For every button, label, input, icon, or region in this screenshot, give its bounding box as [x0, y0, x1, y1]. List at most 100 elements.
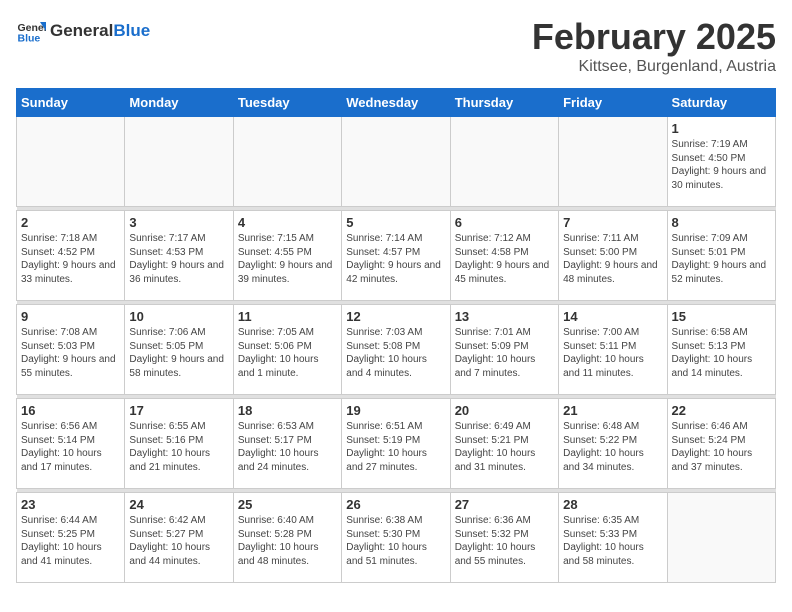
calendar-cell: 10 Sunrise: 7:06 AM Sunset: 5:05 PM Dayli…: [125, 305, 233, 395]
day-number: 22: [672, 403, 771, 418]
day-number: 3: [129, 215, 228, 230]
subtitle: Kittsee, Burgenland, Austria: [532, 58, 776, 76]
header-friday: Friday: [559, 89, 667, 117]
day-number: 7: [563, 215, 662, 230]
cell-info: Sunrise: 7:18 AM Sunset: 4:52 PM Dayligh…: [21, 232, 120, 286]
calendar-cell: 3 Sunrise: 7:17 AM Sunset: 4:53 PM Daylig…: [125, 211, 233, 301]
header-row: SundayMondayTuesdayWednesdayThursdayFrid…: [17, 89, 776, 117]
week-row-4: 23Sunrise: 6:44 AM Sunset: 5:25 PM Dayli…: [17, 493, 776, 583]
calendar-cell: 9 Sunrise: 7:08 AM Sunset: 5:03 PM Daylig…: [17, 305, 125, 395]
day-number: 20: [455, 403, 554, 418]
cell-info: Sunrise: 7:19 AM Sunset: 4:50 PM Dayligh…: [672, 138, 771, 192]
calendar-cell: 5 Sunrise: 7:14 AM Sunset: 4:57 PM Daylig…: [342, 211, 450, 301]
calendar-cell: 7Sunrise: 7:11 AM Sunset: 5:00 PM Daylig…: [559, 211, 667, 301]
week-row-0: 1 Sunrise: 7:19 AM Sunset: 4:50 PM Daylig…: [17, 117, 776, 207]
logo-blue: Blue: [113, 21, 150, 41]
day-number: 18: [238, 403, 337, 418]
calendar-cell: 22 Sunrise: 6:46 AM Sunset: 5:24 PM Dayli…: [667, 399, 775, 489]
header-sunday: Sunday: [17, 89, 125, 117]
cell-info: Sunrise: 6:44 AM Sunset: 5:25 PM Dayligh…: [21, 514, 120, 568]
cell-info: Sunrise: 6:53 AM Sunset: 5:17 PM Dayligh…: [238, 420, 337, 474]
header-thursday: Thursday: [450, 89, 558, 117]
calendar-cell: 25Sunrise: 6:40 AM Sunset: 5:28 PM Dayli…: [233, 493, 341, 583]
calendar-cell: [17, 117, 125, 207]
header-tuesday: Tuesday: [233, 89, 341, 117]
main-title: February 2025: [532, 16, 776, 58]
cell-info: Sunrise: 7:05 AM Sunset: 5:06 PM Dayligh…: [238, 326, 337, 380]
calendar-cell: 20 Sunrise: 6:49 AM Sunset: 5:21 PM Dayli…: [450, 399, 558, 489]
calendar-table: SundayMondayTuesdayWednesdayThursdayFrid…: [16, 88, 776, 583]
calendar-cell: 16 Sunrise: 6:56 AM Sunset: 5:14 PM Dayli…: [17, 399, 125, 489]
cell-info: Sunrise: 7:00 AM Sunset: 5:11 PM Dayligh…: [563, 326, 662, 380]
calendar-cell: [125, 117, 233, 207]
cell-info: Sunrise: 7:01 AM Sunset: 5:09 PM Dayligh…: [455, 326, 554, 380]
calendar-cell: 11Sunrise: 7:05 AM Sunset: 5:06 PM Dayli…: [233, 305, 341, 395]
cell-info: Sunrise: 7:17 AM Sunset: 4:53 PM Dayligh…: [129, 232, 228, 286]
cell-info: Sunrise: 7:09 AM Sunset: 5:01 PM Dayligh…: [672, 232, 771, 286]
cell-info: Sunrise: 7:14 AM Sunset: 4:57 PM Dayligh…: [346, 232, 445, 286]
calendar-cell: 2 Sunrise: 7:18 AM Sunset: 4:52 PM Daylig…: [17, 211, 125, 301]
calendar-cell: [667, 493, 775, 583]
day-number: 8: [672, 215, 771, 230]
cell-info: Sunrise: 7:08 AM Sunset: 5:03 PM Dayligh…: [21, 326, 120, 380]
calendar-cell: 18 Sunrise: 6:53 AM Sunset: 5:17 PM Dayli…: [233, 399, 341, 489]
day-number: 5: [346, 215, 445, 230]
week-row-3: 16 Sunrise: 6:56 AM Sunset: 5:14 PM Dayli…: [17, 399, 776, 489]
day-number: 19: [346, 403, 445, 418]
calendar-cell: 6 Sunrise: 7:12 AM Sunset: 4:58 PM Daylig…: [450, 211, 558, 301]
day-number: 1: [672, 121, 771, 136]
cell-info: Sunrise: 7:06 AM Sunset: 5:05 PM Dayligh…: [129, 326, 228, 380]
header-wednesday: Wednesday: [342, 89, 450, 117]
calendar-cell: 27Sunrise: 6:36 AM Sunset: 5:32 PM Dayli…: [450, 493, 558, 583]
cell-info: Sunrise: 6:49 AM Sunset: 5:21 PM Dayligh…: [455, 420, 554, 474]
calendar-cell: 17Sunrise: 6:55 AM Sunset: 5:16 PM Dayli…: [125, 399, 233, 489]
cell-info: Sunrise: 6:58 AM Sunset: 5:13 PM Dayligh…: [672, 326, 771, 380]
cell-info: Sunrise: 6:51 AM Sunset: 5:19 PM Dayligh…: [346, 420, 445, 474]
calendar-cell: 28Sunrise: 6:35 AM Sunset: 5:33 PM Dayli…: [559, 493, 667, 583]
calendar-cell: 8 Sunrise: 7:09 AM Sunset: 5:01 PM Daylig…: [667, 211, 775, 301]
day-number: 16: [21, 403, 120, 418]
cell-info: Sunrise: 7:03 AM Sunset: 5:08 PM Dayligh…: [346, 326, 445, 380]
day-number: 25: [238, 497, 337, 512]
title-section: February 2025 Kittsee, Burgenland, Austr…: [532, 16, 776, 76]
cell-info: Sunrise: 7:15 AM Sunset: 4:55 PM Dayligh…: [238, 232, 337, 286]
header-saturday: Saturday: [667, 89, 775, 117]
day-number: 4: [238, 215, 337, 230]
cell-info: Sunrise: 6:38 AM Sunset: 5:30 PM Dayligh…: [346, 514, 445, 568]
calendar-cell: 1 Sunrise: 7:19 AM Sunset: 4:50 PM Daylig…: [667, 117, 775, 207]
svg-text:Blue: Blue: [18, 33, 41, 45]
cell-info: Sunrise: 6:48 AM Sunset: 5:22 PM Dayligh…: [563, 420, 662, 474]
calendar-cell: 21 Sunrise: 6:48 AM Sunset: 5:22 PM Dayli…: [559, 399, 667, 489]
day-number: 10: [129, 309, 228, 324]
calendar-cell: 4 Sunrise: 7:15 AM Sunset: 4:55 PM Daylig…: [233, 211, 341, 301]
page-header: General Blue GeneralBlue February 2025 K…: [16, 16, 776, 76]
cell-info: Sunrise: 6:46 AM Sunset: 5:24 PM Dayligh…: [672, 420, 771, 474]
cell-info: Sunrise: 6:55 AM Sunset: 5:16 PM Dayligh…: [129, 420, 228, 474]
calendar-cell: 15Sunrise: 6:58 AM Sunset: 5:13 PM Dayli…: [667, 305, 775, 395]
calendar-cell: [450, 117, 558, 207]
week-row-2: 9 Sunrise: 7:08 AM Sunset: 5:03 PM Daylig…: [17, 305, 776, 395]
day-number: 21: [563, 403, 662, 418]
logo-icon: General Blue: [16, 16, 46, 46]
header-monday: Monday: [125, 89, 233, 117]
day-number: 9: [21, 309, 120, 324]
calendar-cell: 23Sunrise: 6:44 AM Sunset: 5:25 PM Dayli…: [17, 493, 125, 583]
day-number: 14: [563, 309, 662, 324]
logo: General Blue GeneralBlue: [16, 16, 150, 46]
day-number: 28: [563, 497, 662, 512]
calendar-cell: [233, 117, 341, 207]
calendar-cell: [342, 117, 450, 207]
day-number: 26: [346, 497, 445, 512]
cell-info: Sunrise: 7:12 AM Sunset: 4:58 PM Dayligh…: [455, 232, 554, 286]
day-number: 6: [455, 215, 554, 230]
week-row-1: 2 Sunrise: 7:18 AM Sunset: 4:52 PM Daylig…: [17, 211, 776, 301]
day-number: 24: [129, 497, 228, 512]
day-number: 2: [21, 215, 120, 230]
calendar-cell: 14 Sunrise: 7:00 AM Sunset: 5:11 PM Dayli…: [559, 305, 667, 395]
cell-info: Sunrise: 6:56 AM Sunset: 5:14 PM Dayligh…: [21, 420, 120, 474]
calendar-cell: 26 Sunrise: 6:38 AM Sunset: 5:30 PM Dayli…: [342, 493, 450, 583]
calendar-cell: 19 Sunrise: 6:51 AM Sunset: 5:19 PM Dayli…: [342, 399, 450, 489]
day-number: 27: [455, 497, 554, 512]
calendar-cell: 24Sunrise: 6:42 AM Sunset: 5:27 PM Dayli…: [125, 493, 233, 583]
day-number: 12: [346, 309, 445, 324]
